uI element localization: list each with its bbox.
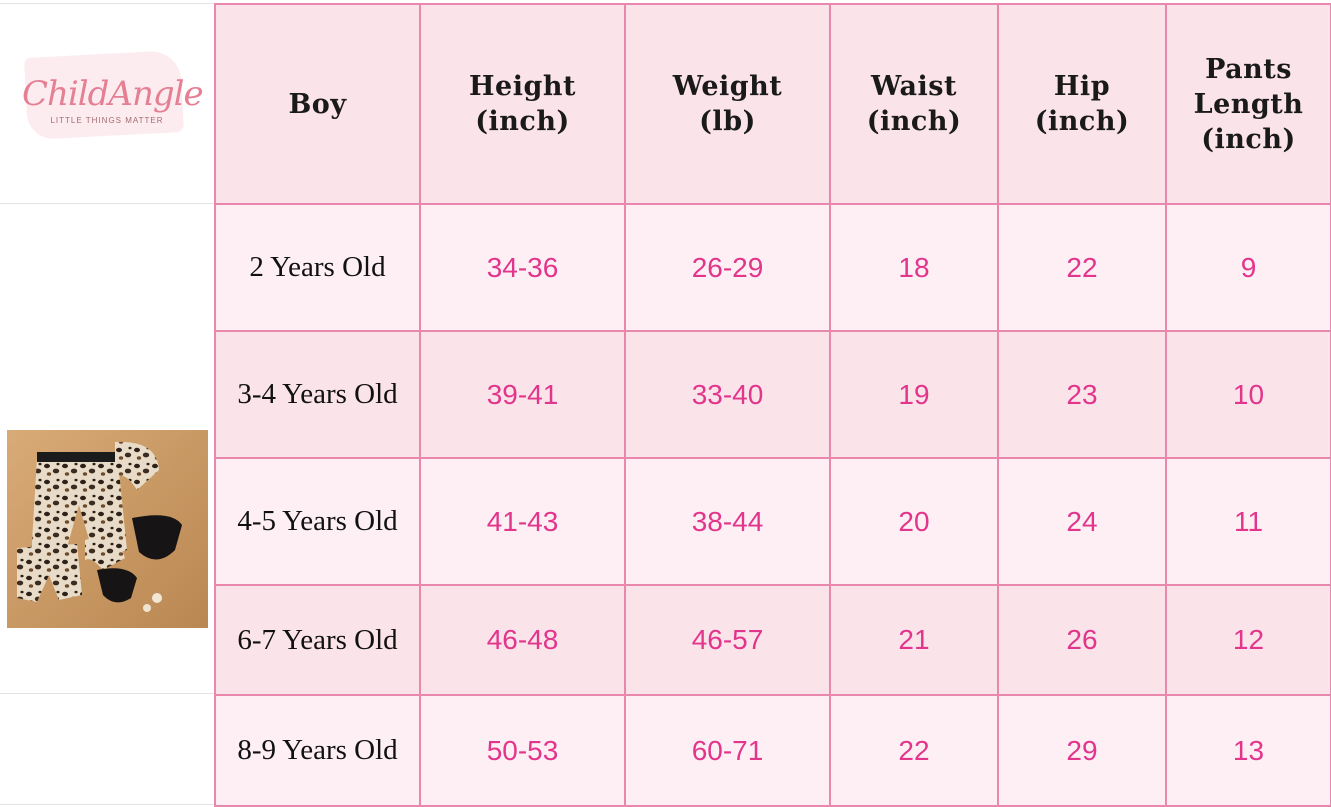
weight-cell: 46-57 bbox=[624, 584, 831, 696]
brand-name: ChildAngle bbox=[22, 74, 204, 114]
pants-length-cell: 10 bbox=[1165, 330, 1331, 459]
table-row: 3-4 Years Old 39-41 33-40 19 23 10 bbox=[214, 330, 1331, 459]
header-waist: Waist (inch) bbox=[829, 3, 999, 205]
table-row: 6-7 Years Old 46-48 46-57 21 26 12 bbox=[214, 584, 1331, 696]
hip-cell: 29 bbox=[997, 694, 1167, 807]
left-image-column: ChildAngle LITTLE THINGS MATTER bbox=[0, 0, 214, 806]
leopard-swimwear-photo bbox=[7, 430, 208, 628]
weight-cell: 38-44 bbox=[624, 457, 831, 586]
height-cell: 34-36 bbox=[419, 203, 626, 332]
weight-cell: 33-40 bbox=[624, 330, 831, 459]
waist-cell: 18 bbox=[829, 203, 999, 332]
brand-tagline: LITTLE THINGS MATTER bbox=[50, 116, 164, 125]
brand-logo: ChildAngle LITTLE THINGS MATTER bbox=[22, 48, 204, 143]
age-cell: 4-5 Years Old bbox=[214, 457, 421, 586]
header-row: Boy Height (inch) Weight (lb) Waist (inc… bbox=[214, 3, 1331, 205]
age-cell: 8-9 Years Old bbox=[214, 694, 421, 807]
hip-cell: 23 bbox=[997, 330, 1167, 459]
hip-cell: 26 bbox=[997, 584, 1167, 696]
hip-cell: 24 bbox=[997, 457, 1167, 586]
height-cell: 39-41 bbox=[419, 330, 626, 459]
header-height: Height (inch) bbox=[419, 3, 626, 205]
pants-length-cell: 11 bbox=[1165, 457, 1331, 586]
column-divider bbox=[0, 693, 214, 694]
waist-cell: 20 bbox=[829, 457, 999, 586]
age-cell: 6-7 Years Old bbox=[214, 584, 421, 696]
column-divider bbox=[0, 203, 214, 204]
table-row: 8-9 Years Old 50-53 60-71 22 29 13 bbox=[214, 694, 1331, 807]
size-chart-table: Boy Height (inch) Weight (lb) Waist (inc… bbox=[214, 3, 1331, 807]
header-boy: Boy bbox=[214, 3, 421, 205]
height-cell: 50-53 bbox=[419, 694, 626, 807]
header-pants-length: Pants Length (inch) bbox=[1165, 3, 1331, 205]
age-cell: 3-4 Years Old bbox=[214, 330, 421, 459]
pants-length-cell: 9 bbox=[1165, 203, 1331, 332]
column-divider bbox=[0, 804, 214, 805]
waist-cell: 22 bbox=[829, 694, 999, 807]
header-weight: Weight (lb) bbox=[624, 3, 831, 205]
pants-length-cell: 13 bbox=[1165, 694, 1331, 807]
height-cell: 46-48 bbox=[419, 584, 626, 696]
column-divider bbox=[0, 3, 214, 4]
weight-cell: 26-29 bbox=[624, 203, 831, 332]
table-row: 2 Years Old 34-36 26-29 18 22 9 bbox=[214, 203, 1331, 332]
age-cell: 2 Years Old bbox=[214, 203, 421, 332]
hip-cell: 22 bbox=[997, 203, 1167, 332]
pants-length-cell: 12 bbox=[1165, 584, 1331, 696]
height-cell: 41-43 bbox=[419, 457, 626, 586]
table-row: 4-5 Years Old 41-43 38-44 20 24 11 bbox=[214, 457, 1331, 586]
header-hip: Hip (inch) bbox=[997, 3, 1167, 205]
weight-cell: 60-71 bbox=[624, 694, 831, 807]
waist-cell: 19 bbox=[829, 330, 999, 459]
waist-cell: 21 bbox=[829, 584, 999, 696]
